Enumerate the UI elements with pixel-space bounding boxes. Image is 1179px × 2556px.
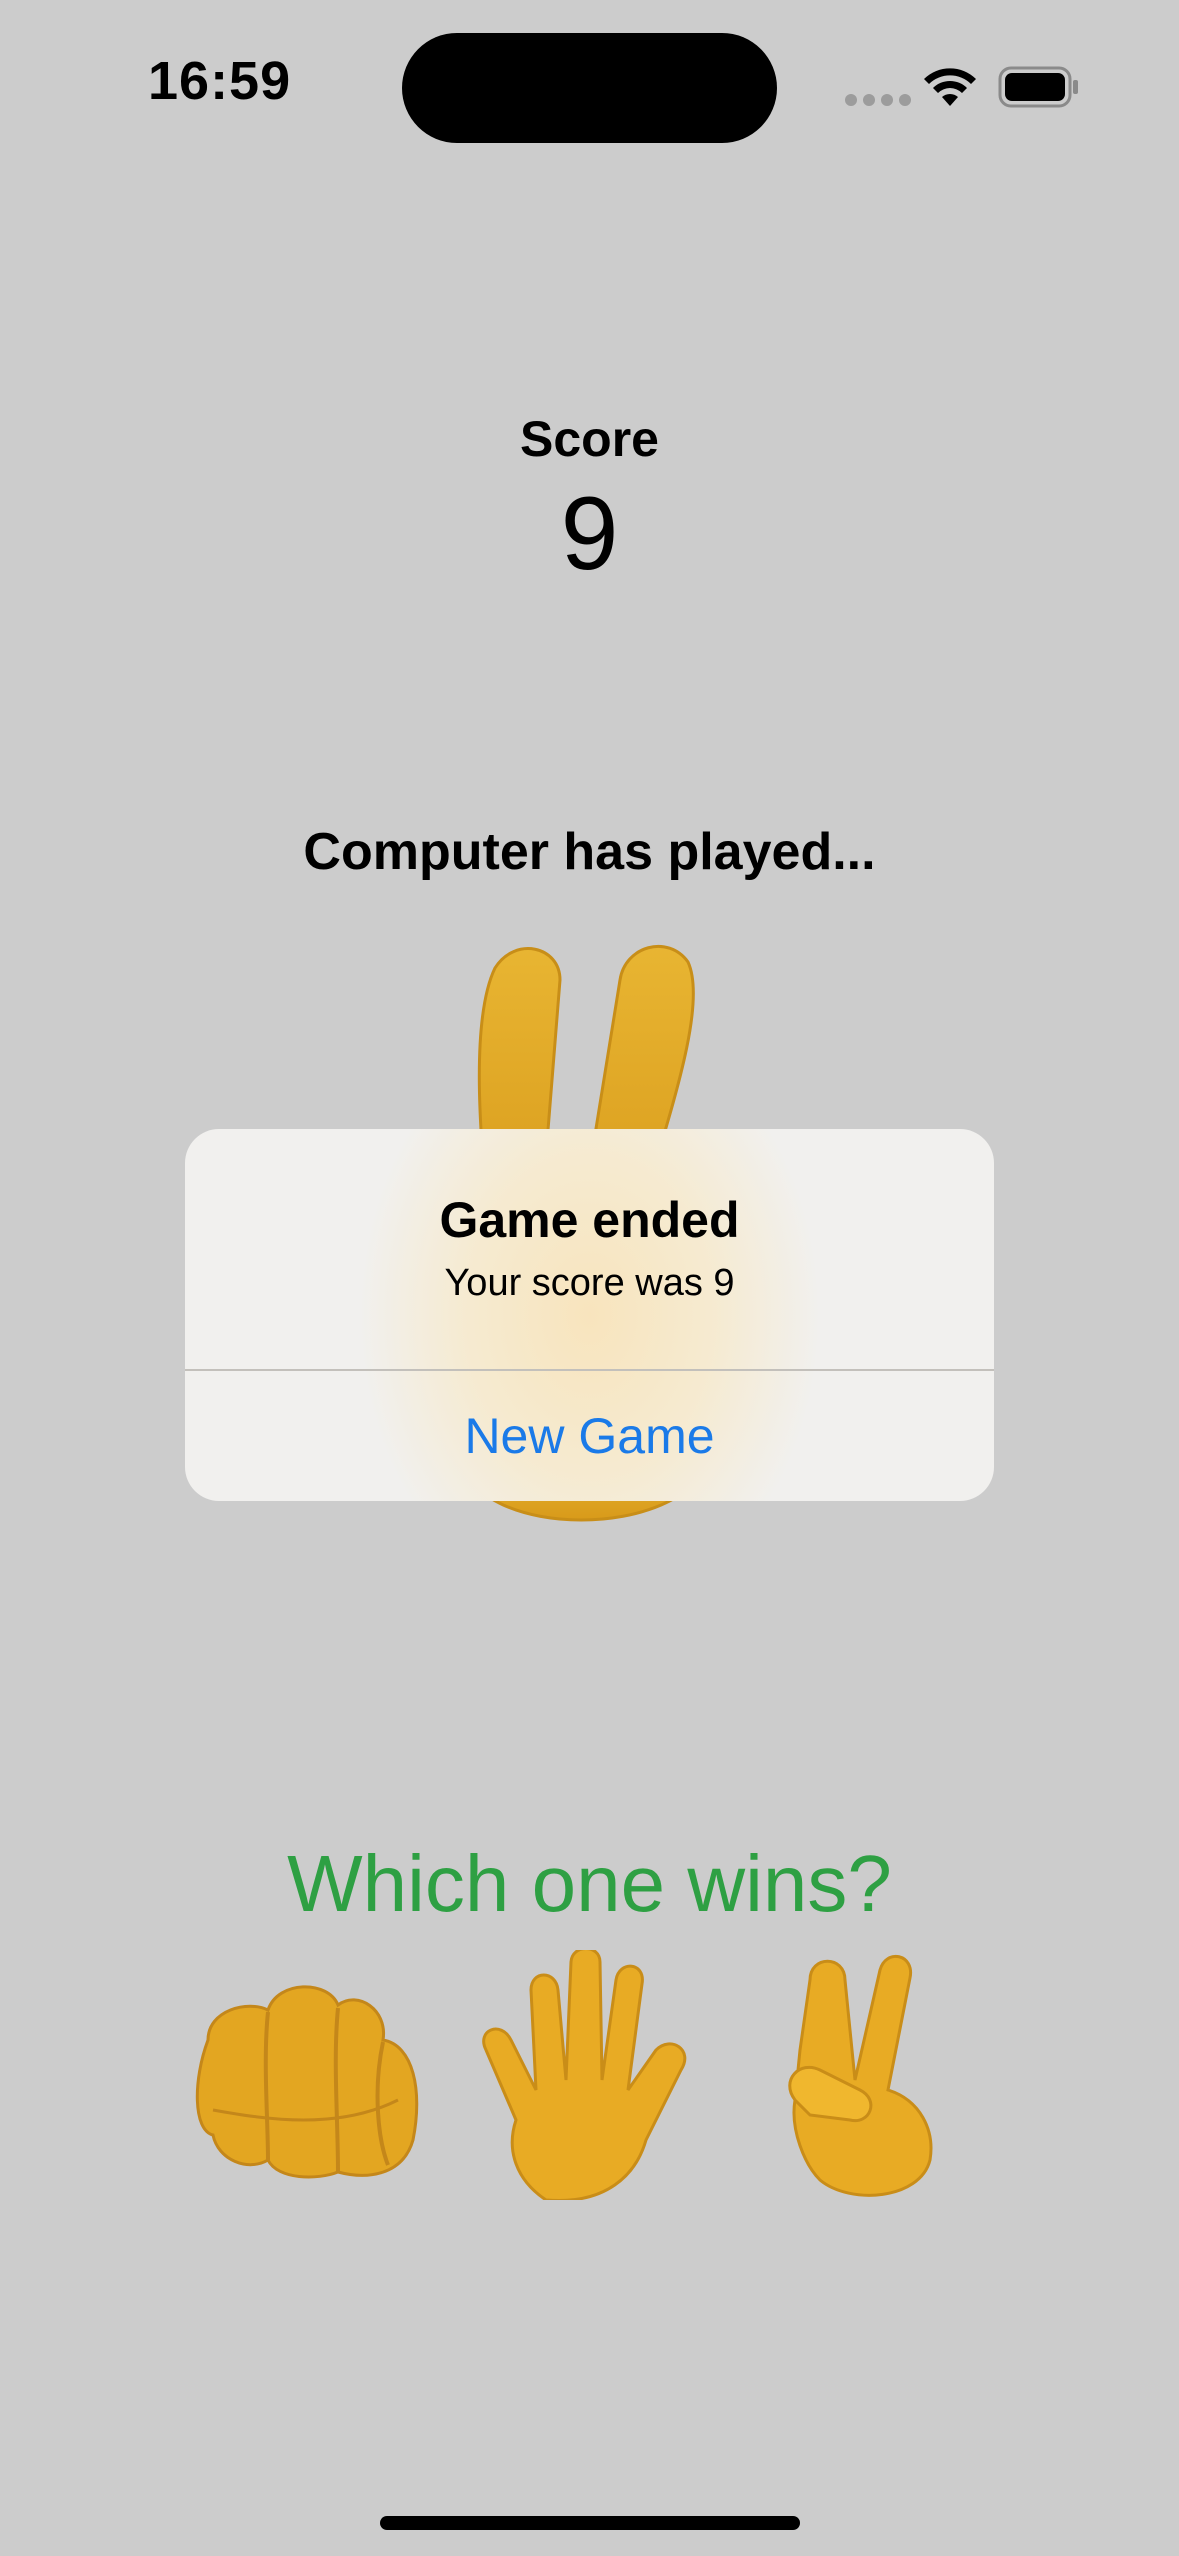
status-time: 16:59 (148, 51, 292, 111)
wifi-icon (924, 68, 976, 106)
new-game-button[interactable]: New Game (185, 1371, 994, 1501)
alert-title: Game ended (439, 1192, 740, 1248)
paper-button[interactable] (476, 1947, 716, 2203)
score-label: Score (520, 411, 659, 467)
scissors-button[interactable] (770, 1950, 1010, 2200)
raised-hand-icon (482, 1947, 687, 2203)
game-ended-alert: Game ended Your score was 9 New Game (185, 1129, 994, 1501)
score-value: 9 (560, 476, 619, 592)
home-indicator[interactable] (380, 2516, 800, 2530)
oncoming-fist-icon (195, 1985, 419, 2179)
cellular-signal-icon (845, 94, 911, 106)
victory-hand-icon (788, 1954, 933, 2197)
rock-button[interactable] (188, 1950, 428, 2200)
which-one-wins-prompt: Which one wins? (287, 1839, 892, 1928)
alert-message: Your score was 9 (444, 1262, 735, 1304)
battery-icon (998, 66, 1078, 108)
dynamic-island (402, 33, 777, 143)
computer-played-label: Computer has played... (303, 823, 876, 881)
